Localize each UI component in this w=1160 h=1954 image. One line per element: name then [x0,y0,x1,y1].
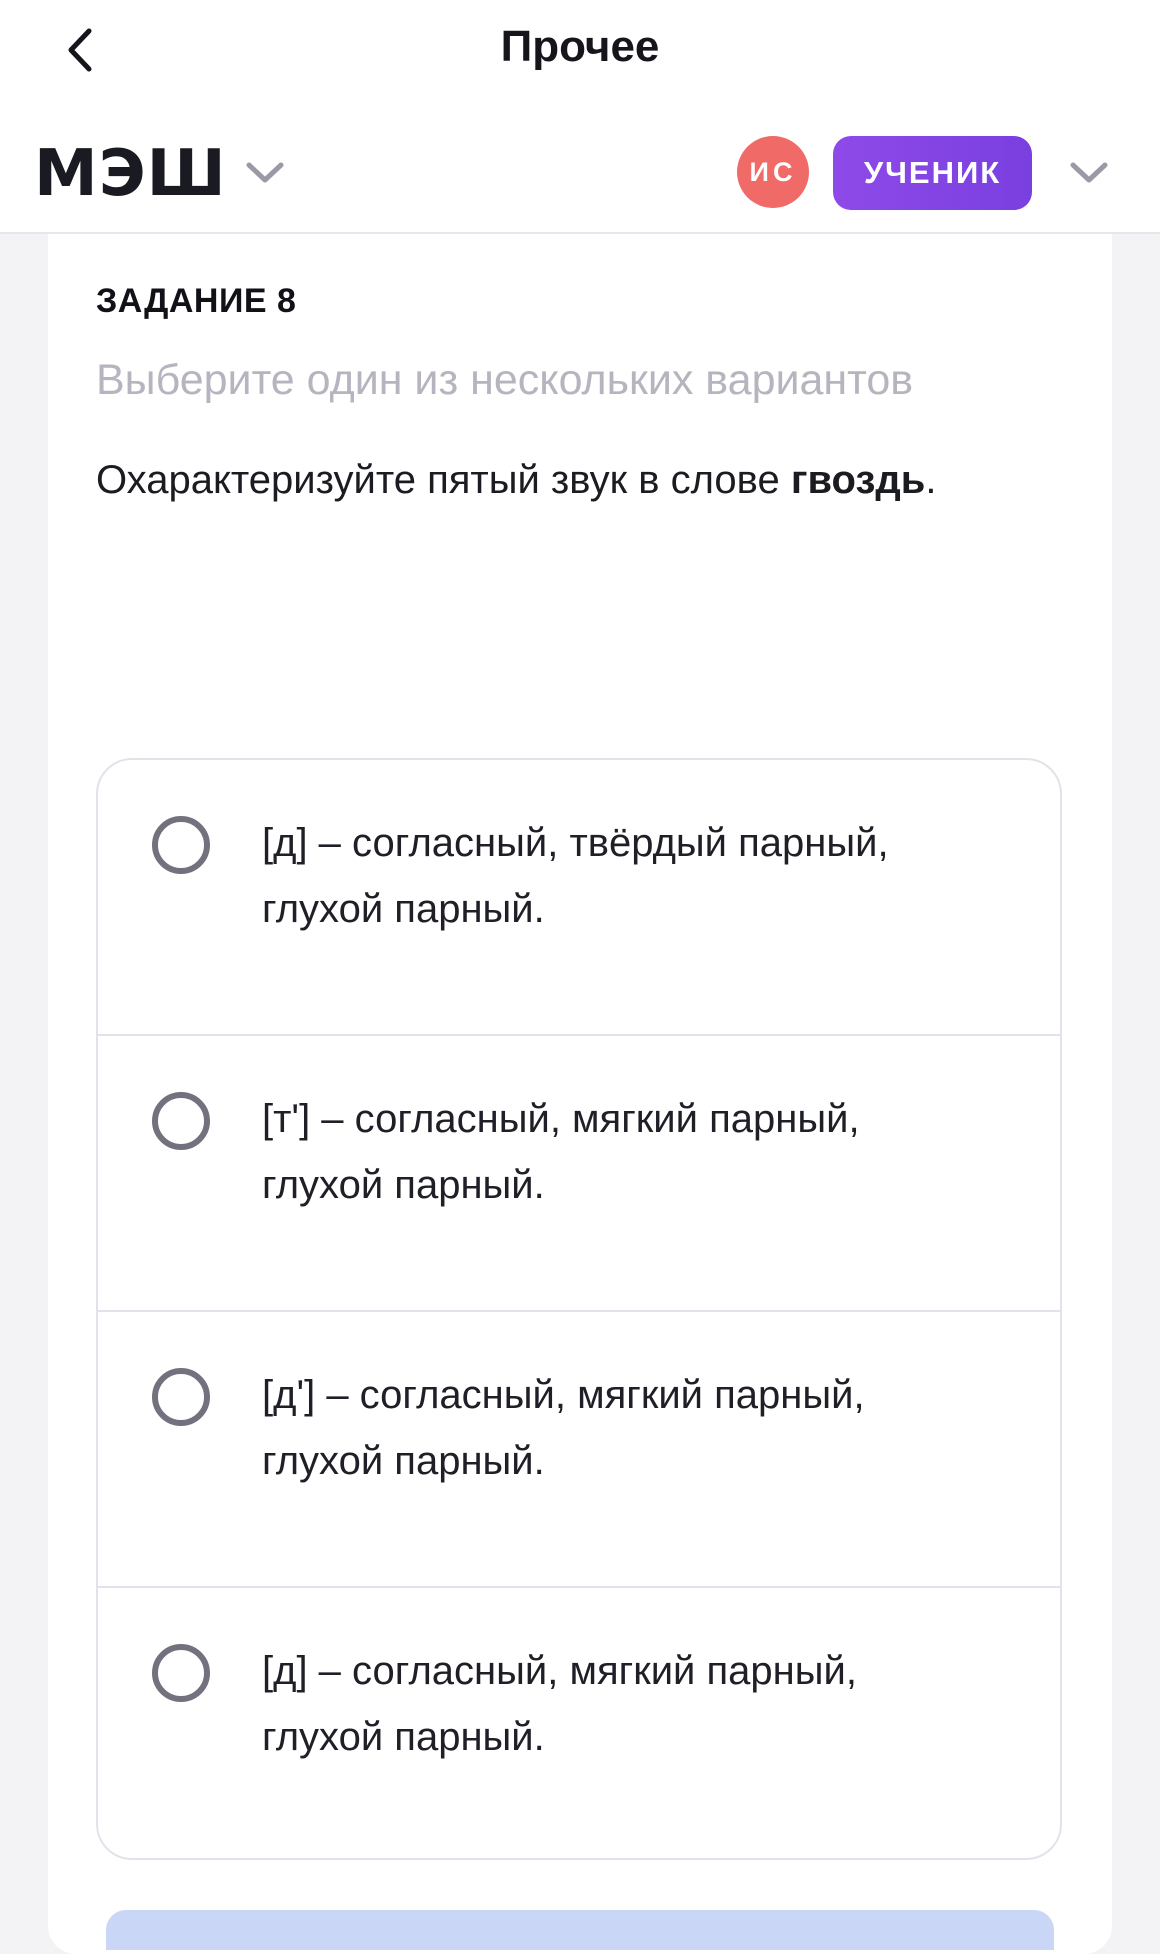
option-line-2: глухой парный. [262,887,545,931]
top-bar: Прочее МЭШ ИС УЧЕНИК [0,0,1160,234]
option-line-1: [д] – согласный, твёрдый парный, [262,821,889,865]
profile-dropdown[interactable] [1066,158,1112,188]
task-hint: Выберите один из нескольких вариантов [96,356,914,404]
answer-option-1[interactable]: [д] – согласный, твёрдый парный, глухой … [98,760,1060,1036]
answer-options: [д] – согласный, твёрдый парный, глухой … [96,758,1062,1860]
radio-unchecked-icon[interactable] [152,1644,210,1702]
option-line-2: глухой парный. [262,1715,545,1759]
radio-unchecked-icon[interactable] [152,1092,210,1150]
option-line-1: [д'] – согласный, мягкий парный, [262,1373,865,1417]
option-line-2: глухой парный. [262,1439,545,1483]
option-line-2: глухой парный. [262,1163,545,1207]
task-card: ЗАДАНИЕ 8 Выберите один из нескольких ва… [48,234,1112,1954]
answer-option-2[interactable]: [т'] – согласный, мягкий парный, глухой … [98,1036,1060,1312]
task-question: Охарактеризуйте пятый звук в слове гвозд… [96,458,936,503]
option-line-1: [т'] – согласный, мягкий парный, [262,1097,860,1141]
answer-option-label: [д] – согласный, мягкий парный, глухой п… [262,1638,982,1770]
chevron-down-icon [246,162,284,183]
radio-unchecked-icon[interactable] [152,816,210,874]
answer-option-4[interactable]: [д] – согласный, мягкий парный, глухой п… [98,1588,1060,1858]
page-title: Прочее [500,22,660,71]
role-badge-button[interactable]: УЧЕНИК [833,136,1032,210]
answer-option-3[interactable]: [д'] – согласный, мягкий парный, глухой … [98,1312,1060,1588]
answer-option-label: [т'] – согласный, мягкий парный, глухой … [262,1086,982,1218]
radio-unchecked-icon[interactable] [152,1368,210,1426]
answer-option-label: [д] – согласный, твёрдый парный, глухой … [262,810,982,942]
option-line-1: [д] – согласный, мягкий парный, [262,1649,857,1693]
app-logo[interactable]: МЭШ [34,138,227,210]
submit-button-partial[interactable] [106,1910,1054,1950]
question-text: Охарактеризуйте пятый звук в слове [96,458,791,502]
avatar[interactable]: ИС [737,136,809,208]
answer-option-label: [д'] – согласный, мягкий парный, глухой … [262,1362,982,1494]
question-suffix: . [925,458,937,502]
chevron-down-icon [1070,162,1108,183]
task-number: ЗАДАНИЕ 8 [96,282,297,320]
app-switcher-dropdown[interactable] [242,158,288,188]
question-word: гвоздь [790,458,926,502]
